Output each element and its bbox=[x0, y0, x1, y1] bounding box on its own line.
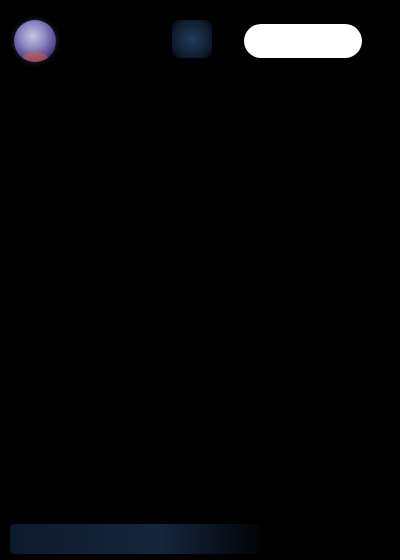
post-text-line bbox=[14, 308, 380, 340]
post-text-line bbox=[14, 468, 380, 500]
post-text-line bbox=[14, 404, 380, 436]
post-text-line bbox=[14, 244, 380, 276]
post-screen bbox=[0, 0, 400, 560]
bottom-bar bbox=[0, 516, 400, 560]
post-text-line bbox=[14, 340, 380, 372]
post-text-line bbox=[14, 436, 380, 468]
author-name[interactable] bbox=[74, 26, 174, 52]
post-text-line bbox=[14, 84, 380, 116]
post-text-line bbox=[14, 372, 380, 404]
post-text-line bbox=[14, 180, 380, 212]
post-text-line bbox=[14, 148, 380, 180]
follow-button[interactable] bbox=[244, 24, 362, 58]
post-body bbox=[14, 84, 380, 514]
post-text-line bbox=[14, 212, 380, 244]
post-text-line bbox=[14, 116, 380, 148]
bottom-link-preview[interactable] bbox=[10, 524, 260, 554]
verified-badge-icon bbox=[172, 20, 212, 58]
post-text-line bbox=[14, 276, 380, 308]
avatar[interactable] bbox=[14, 20, 56, 62]
post-header bbox=[0, 0, 400, 80]
